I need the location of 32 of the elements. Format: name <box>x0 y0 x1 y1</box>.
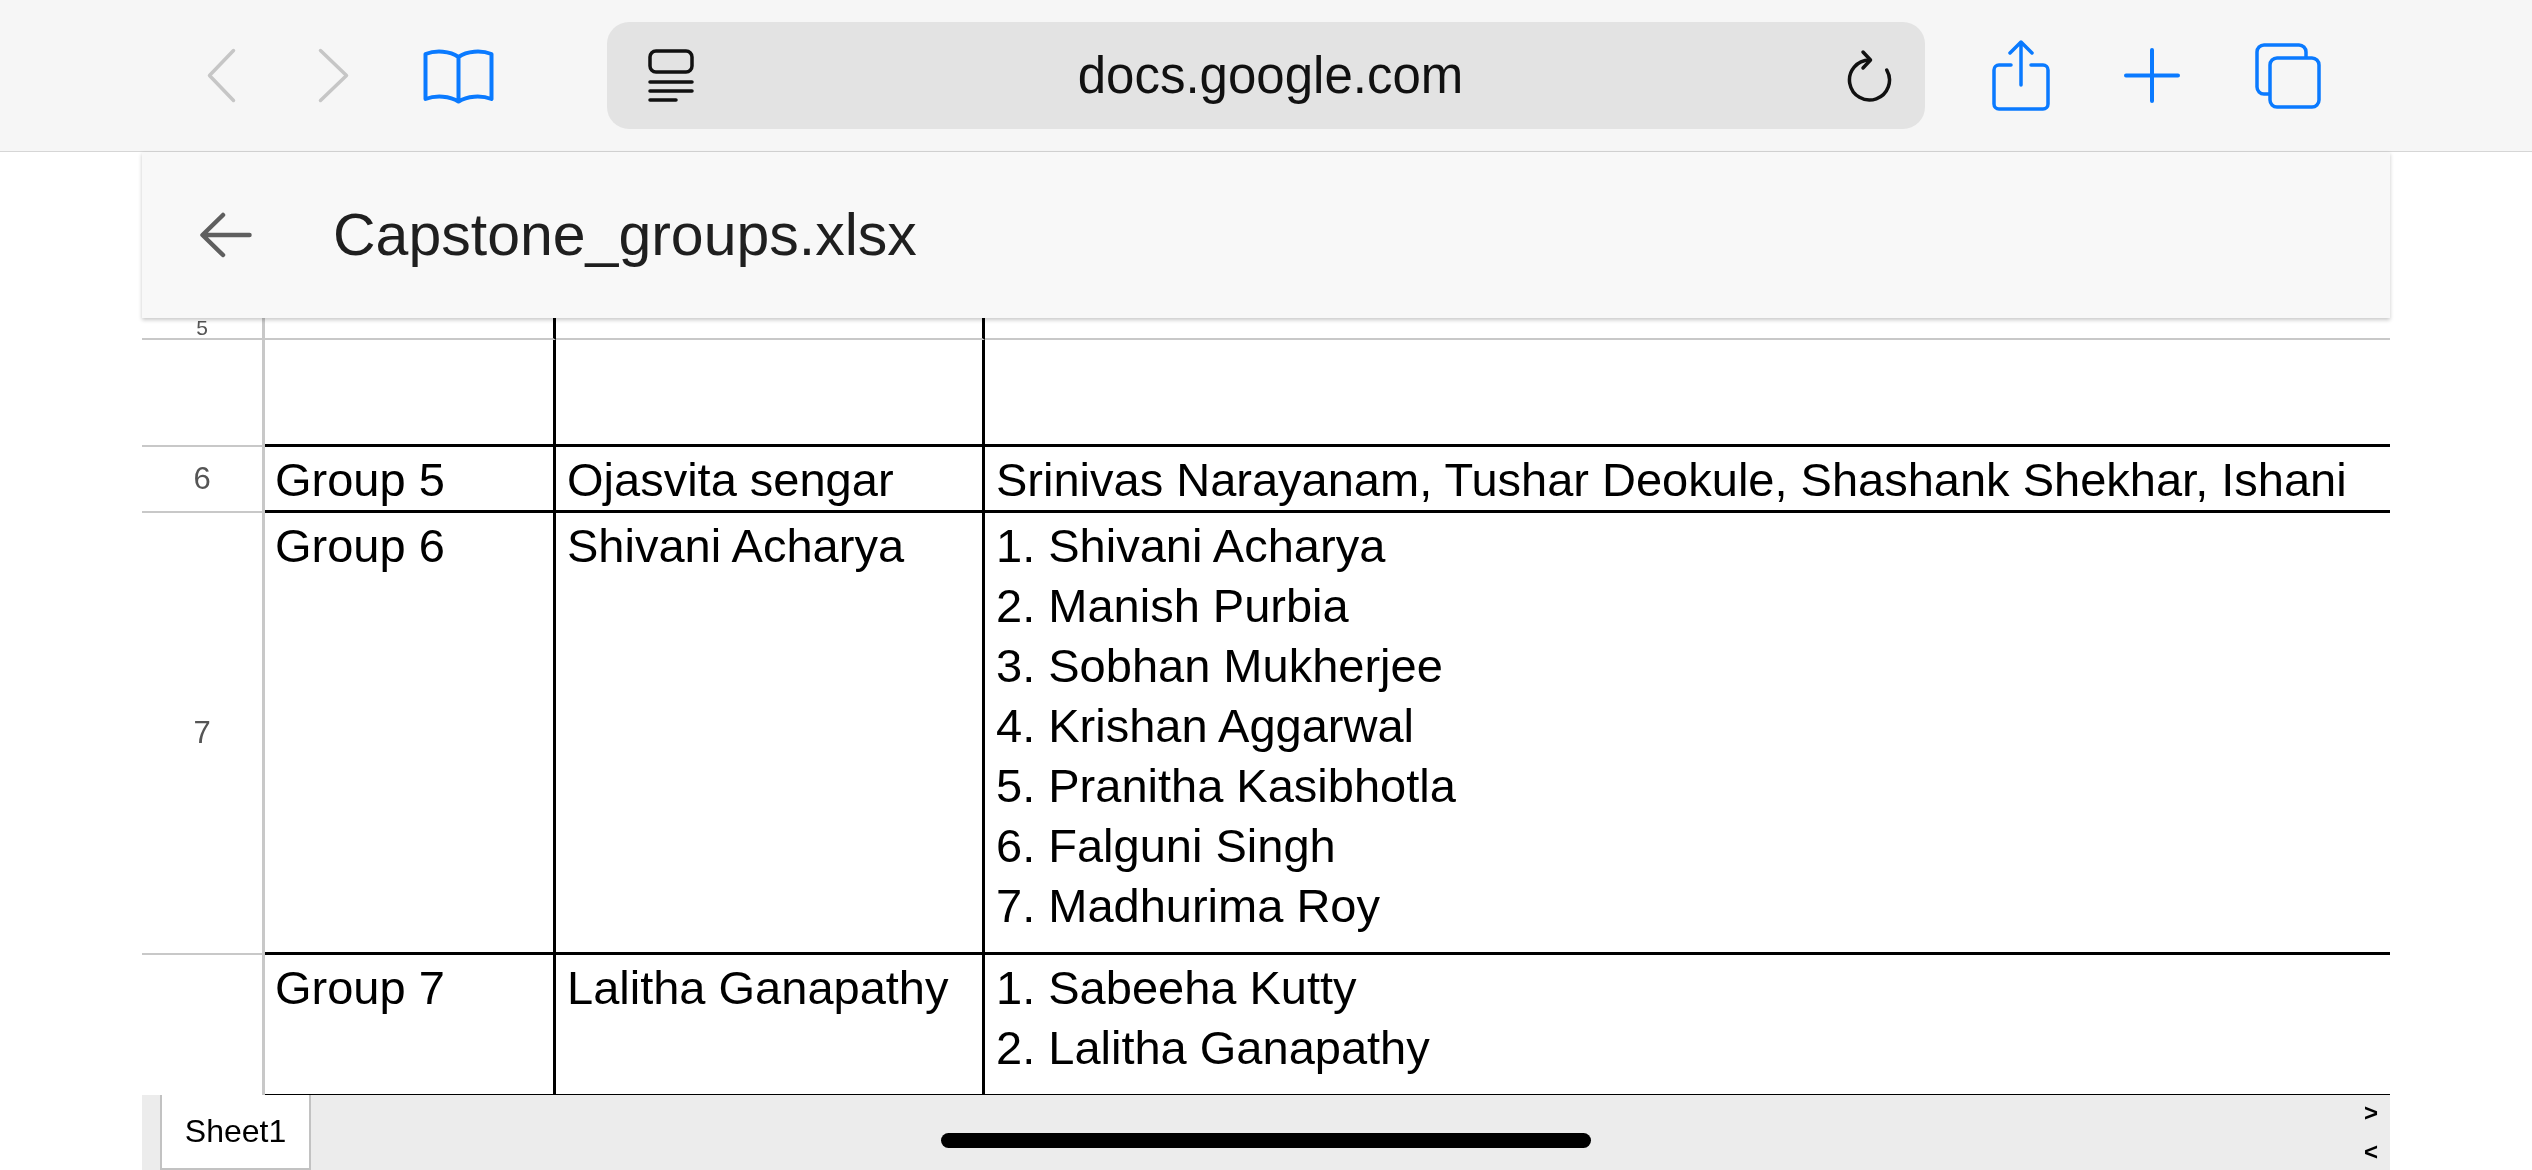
row-number: 6 <box>193 461 211 497</box>
cell-text: Lalitha Ganapathy <box>567 960 949 1016</box>
member-name: 5. Pranitha Kasibhotla <box>996 758 1456 814</box>
member-name: 3. Sobhan Mukherjee <box>996 638 1443 694</box>
cell-text: Group 5 <box>275 452 445 508</box>
overlapping-squares-icon[interactable] <box>2254 41 2322 110</box>
cell-text: Ojasvita sengar <box>567 452 894 508</box>
member-name: 2. Lalitha Ganapathy <box>996 1020 1430 1076</box>
book-icon[interactable] <box>423 47 494 104</box>
address-bar[interactable]: docs.google.com <box>607 22 1925 129</box>
member-name: 6. Falguni Singh <box>996 818 1336 874</box>
url-text: docs.google.com <box>1077 46 1464 105</box>
arrow-left-icon[interactable] <box>199 212 252 258</box>
member-name: 7. Madhurima Roy <box>996 878 1380 934</box>
plus-icon[interactable] <box>2124 48 2180 103</box>
tab-scroll-button[interactable]: < <box>2364 1139 2378 1165</box>
member-name: 1. Sabeeha Kutty <box>996 960 1357 1016</box>
cell-text: Group 6 <box>275 518 445 574</box>
cell-text: Group 7 <box>275 960 445 1016</box>
cell-text: Shivani Acharya <box>567 518 905 574</box>
reload-icon[interactable] <box>1846 47 1893 104</box>
member-name: 2. Manish Purbia <box>996 578 1349 634</box>
document-title: Capstone_groups.xlsx <box>333 201 917 269</box>
tab-scroll-button[interactable]: > <box>2364 1100 2378 1126</box>
member-name: 4. Krishan Aggarwal <box>996 698 1415 754</box>
sheet-tab[interactable]: Sheet1 <box>160 1095 311 1170</box>
document-lines-icon[interactable] <box>648 49 694 102</box>
cell-text: Srinivas Narayanam, Tushar Deokule, Shashank Shekhar, Ishani <box>996 452 2347 508</box>
row-number: 5 <box>196 318 208 338</box>
row-number: 7 <box>193 715 211 751</box>
member-name: 1. Shivani Acharya <box>996 518 1386 574</box>
share-icon[interactable] <box>1991 39 2051 112</box>
